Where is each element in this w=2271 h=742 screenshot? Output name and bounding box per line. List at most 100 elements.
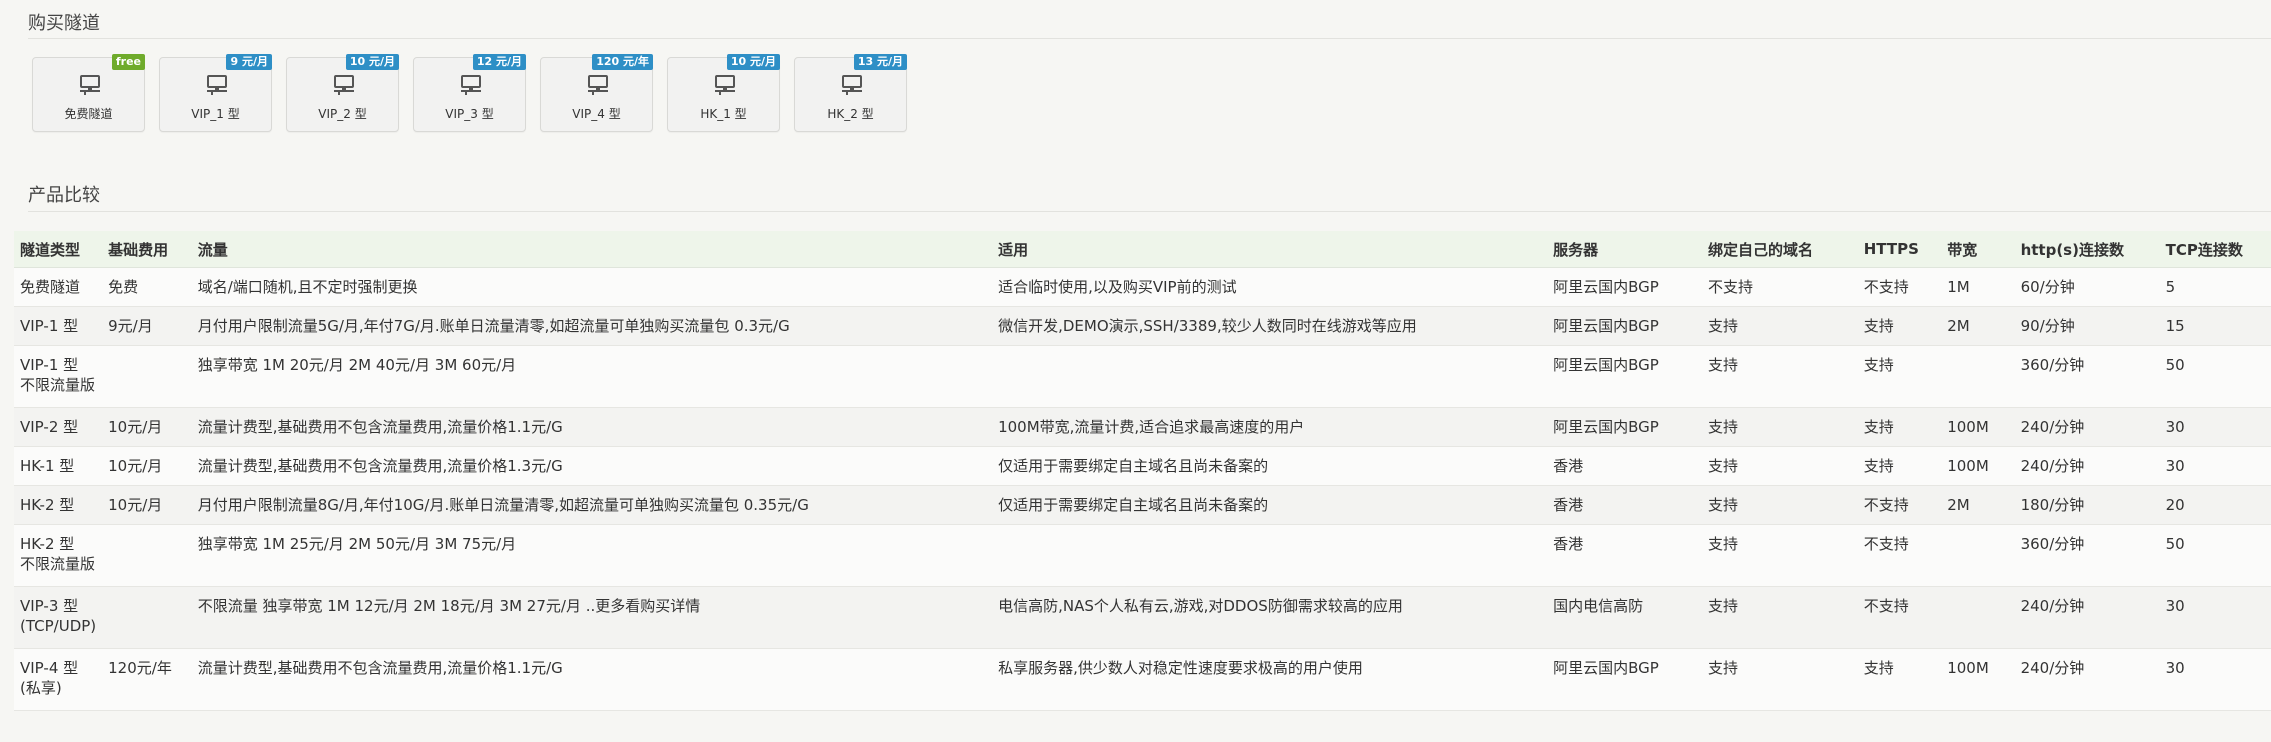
cell-https: 支持 — [1857, 306, 1942, 346]
cell-fee — [102, 524, 192, 587]
monitor-network-icon — [334, 75, 354, 95]
cell-https: 不支持 — [1857, 586, 1942, 649]
compare-title: 产品比较 — [28, 185, 100, 206]
cell-https: 不支持 — [1857, 524, 1942, 587]
cell-tcp: 30 — [2159, 446, 2271, 486]
cell-http: 240/分钟 — [2014, 407, 2160, 447]
cell-type: VIP-3 型 (TCP/UDP) — [14, 586, 103, 649]
monitor-network-icon — [80, 75, 100, 95]
cell-type: 免费隧道 — [14, 267, 103, 307]
cell-tcp: 15 — [2159, 306, 2271, 346]
cell-server: 阿里云国内BGP — [1547, 267, 1702, 307]
cell-bw — [1941, 524, 2015, 587]
cell-server: 国内电信高防 — [1547, 586, 1702, 649]
cell-usage: 私享服务器,供少数人对稳定性速度要求极高的用户使用 — [992, 648, 1548, 711]
price-badge: 10 元/月 — [345, 54, 399, 70]
cell-https: 支持 — [1857, 407, 1942, 447]
tunnel-card[interactable]: free 免费隧道 — [32, 54, 145, 132]
tunnel-card-label: HK_1 型 — [700, 107, 747, 121]
table-row: VIP-1 型不限流量版 独享带宽 1M 20元/月 2M 40元/月 3M 60… — [14, 345, 2271, 408]
monitor-network-icon — [461, 75, 481, 95]
cell-traffic: 流量计费型,基础费用不包含流量费用,流量价格1.3元/G — [191, 446, 993, 486]
cell-usage: 仅适用于需要绑定自主域名且尚未备案的 — [992, 446, 1548, 486]
cell-bw: 1M — [1941, 267, 2015, 307]
table-row: 免费隧道 免费 域名/端口随机,且不定时强制更换 适合临时使用,以及购买VIP前的测试… — [14, 267, 2271, 307]
cell-type: VIP-1 型 — [14, 306, 103, 346]
cell-fee: 10元/月 — [102, 485, 192, 525]
cell-type: VIP-1 型不限流量版 — [14, 345, 103, 408]
cell-fee: 9元/月 — [102, 306, 192, 346]
cell-traffic: 月付用户限制流量8G/月,年付10G/月.账单日流量清零,如超流量可单独购买流量… — [191, 485, 993, 525]
cell-traffic: 月付用户限制流量5G/月,年付7G/月.账单日流量清零,如超流量可单独购买流量包… — [191, 306, 993, 346]
tunnel-card-label: VIP_1 型 — [191, 107, 240, 121]
tunnel-card[interactable]: 120 元/年 VIP_4 型 — [540, 54, 653, 132]
cell-server: 香港 — [1547, 485, 1702, 525]
cell-usage — [992, 345, 1548, 408]
cell-tcp: 30 — [2159, 407, 2271, 447]
tunnel-card-label: VIP_3 型 — [445, 107, 494, 121]
cell-bw — [1941, 345, 2015, 408]
cell-domain: 不支持 — [1701, 267, 1858, 307]
cell-fee: 10元/月 — [102, 407, 192, 447]
cell-http: 240/分钟 — [2014, 446, 2160, 486]
price-badge: free — [111, 54, 145, 70]
cell-tcp: 30 — [2159, 648, 2271, 711]
tunnel-card[interactable]: 12 元/月 VIP_3 型 — [413, 54, 526, 132]
cell-traffic: 不限流量 独享带宽 1M 12元/月 2M 18元/月 3M 27元/月 ..更… — [191, 586, 993, 649]
cell-bw: 100M — [1941, 446, 2015, 486]
tunnel-card[interactable]: 13 元/月 HK_2 型 — [794, 54, 907, 132]
cell-fee — [102, 586, 192, 649]
cell-domain: 支持 — [1701, 524, 1858, 587]
cell-bw: 100M — [1941, 407, 2015, 447]
table-row: VIP-1 型 9元/月 月付用户限制流量5G/月,年付7G/月.账单日流量清零,如… — [14, 306, 2271, 346]
cell-type: VIP-2 型 — [14, 407, 103, 447]
tunnel-card[interactable]: 10 元/月 HK_1 型 — [667, 54, 780, 132]
cell-fee: 120元/年 — [102, 648, 192, 711]
cell-traffic: 独享带宽 1M 25元/月 2M 50元/月 3M 75元/月 — [191, 524, 993, 587]
cell-tcp: 30 — [2159, 586, 2271, 649]
cell-domain: 支持 — [1701, 485, 1858, 525]
cell-domain: 支持 — [1701, 648, 1858, 711]
tunnel-card-label: VIP_4 型 — [572, 107, 621, 121]
cell-server: 香港 — [1547, 524, 1702, 587]
cell-domain: 支持 — [1701, 446, 1858, 486]
monitor-network-icon — [715, 75, 735, 95]
cell-http: 360/分钟 — [2014, 345, 2160, 408]
cell-https: 不支持 — [1857, 485, 1942, 525]
cell-domain: 支持 — [1701, 586, 1858, 649]
table-row: HK-2 型不限流量版 独享带宽 1M 25元/月 2M 50元/月 3M 75元… — [14, 524, 2271, 587]
cell-traffic: 流量计费型,基础费用不包含流量费用,流量价格1.1元/G — [191, 407, 993, 447]
cell-server: 阿里云国内BGP — [1547, 345, 1702, 408]
price-badge: 10 元/月 — [726, 54, 780, 70]
column-header: http(s)连接数 — [2014, 231, 2160, 268]
column-header: 绑定自己的域名 — [1701, 231, 1858, 268]
cell-http: 240/分钟 — [2014, 586, 2160, 649]
table-row: HK-1 型 10元/月 流量计费型,基础费用不包含流量费用,流量价格1.3元/G 仅… — [14, 446, 2271, 486]
cell-bw: 2M — [1941, 485, 2015, 525]
column-header: 服务器 — [1547, 231, 1702, 268]
tunnel-card-label: 免费隧道 — [64, 107, 113, 121]
monitor-network-icon — [588, 75, 608, 95]
monitor-network-icon — [842, 75, 862, 95]
price-badge: 120 元/年 — [592, 54, 653, 70]
column-header: 流量 — [191, 231, 993, 268]
column-header: HTTPS — [1857, 231, 1942, 268]
cell-https: 支持 — [1857, 648, 1942, 711]
cell-usage: 适合临时使用,以及购买VIP前的测试 — [992, 267, 1548, 307]
tunnel-card[interactable]: 9 元/月 VIP_1 型 — [159, 54, 272, 132]
cell-fee: 免费 — [102, 267, 192, 307]
cell-fee — [102, 345, 192, 408]
divider — [28, 211, 2271, 212]
cell-type: HK-1 型 — [14, 446, 103, 486]
cell-type: VIP-4 型 (私享) — [14, 648, 103, 711]
column-header: TCP连接数 — [2159, 231, 2271, 268]
tunnel-card-label: VIP_2 型 — [318, 107, 367, 121]
cell-tcp: 50 — [2159, 345, 2271, 408]
column-header: 隧道类型 — [14, 231, 103, 268]
cell-tcp: 20 — [2159, 485, 2271, 525]
buy-tunnel-title: 购买隧道 — [28, 13, 100, 34]
cell-tcp: 50 — [2159, 524, 2271, 587]
table-row: HK-2 型 10元/月 月付用户限制流量8G/月,年付10G/月.账单日流量清零,… — [14, 485, 2271, 525]
tunnel-card[interactable]: 10 元/月 VIP_2 型 — [286, 54, 399, 132]
cell-bw — [1941, 586, 2015, 649]
